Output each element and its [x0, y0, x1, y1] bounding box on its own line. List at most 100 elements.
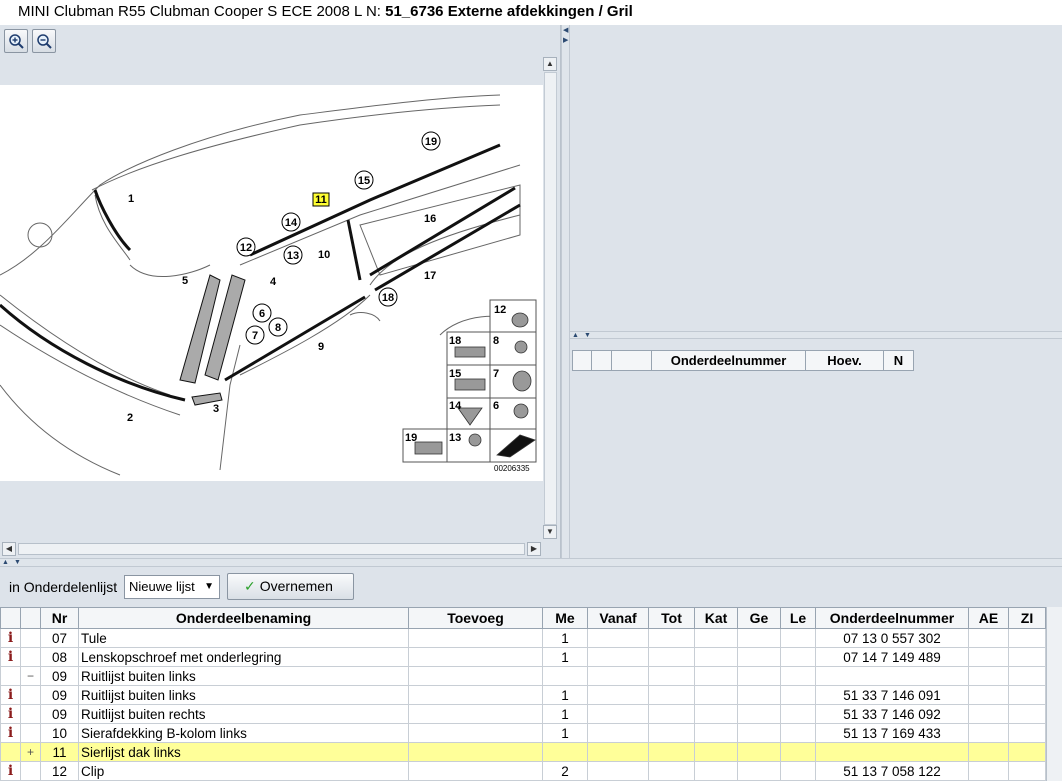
- scroll-right-icon[interactable]: ▶: [527, 542, 541, 556]
- parts-col-nr[interactable]: Nr: [40, 607, 79, 629]
- parts-col-cat[interactable]: Kat: [694, 607, 738, 629]
- scroll-down-icon[interactable]: ▼: [543, 525, 557, 539]
- expand-toggle-icon-cell[interactable]: [20, 761, 41, 781]
- info-icon[interactable]: i: [3, 630, 18, 647]
- expand-toggle-icon-cell[interactable]: [20, 628, 41, 648]
- selection-col-quantity[interactable]: Hoev.: [806, 350, 884, 371]
- info-icon-cell[interactable]: [0, 742, 21, 762]
- main-splitter-up-icon[interactable]: ▲: [2, 559, 9, 566]
- parts-col-part-number[interactable]: Onderdeelnummer: [815, 607, 969, 629]
- vertical-scroll-track[interactable]: [544, 72, 557, 525]
- info-icon[interactable]: i: [3, 725, 18, 742]
- row-nr-cell: 09: [40, 666, 79, 686]
- diagram-vertical-scrollbar[interactable]: ▲ ▼: [543, 57, 559, 541]
- expand-toggle-icon[interactable]: +: [23, 744, 38, 761]
- callout-13[interactable]: 13: [287, 250, 299, 262]
- expand-toggle-icon-cell[interactable]: [20, 704, 41, 724]
- info-icon[interactable]: i: [3, 706, 18, 723]
- parts-diagram[interactable]: 1 2 3 4 5 10 9 16 17 6 7 8 12 13 14 15 1…: [0, 85, 543, 481]
- selection-col-part-number[interactable]: Onderdeelnummer: [652, 350, 806, 371]
- callout-16[interactable]: 16: [424, 213, 436, 225]
- parts-col-le[interactable]: Le: [780, 607, 816, 629]
- table-row[interactable]: +11 Sierlijst dak links: [0, 742, 1046, 762]
- callout-3[interactable]: 3: [213, 403, 219, 415]
- callout-5[interactable]: 5: [182, 275, 188, 287]
- expand-toggle-icon-cell[interactable]: [20, 685, 41, 705]
- splitter-up-icon[interactable]: ▲: [572, 332, 579, 339]
- callout-1[interactable]: 1: [128, 193, 134, 205]
- selection-col-1[interactable]: [592, 350, 612, 371]
- main-splitter-down-icon[interactable]: ▼: [14, 559, 21, 566]
- parts-col-ge[interactable]: Ge: [737, 607, 781, 629]
- callout-4[interactable]: 4: [270, 276, 277, 288]
- horizontal-scroll-track[interactable]: [18, 543, 525, 555]
- parts-col-ae[interactable]: AE: [968, 607, 1009, 629]
- info-icon[interactable]: i: [3, 687, 18, 704]
- table-row[interactable]: i 12 Clip 2 51 13 7 058 122: [0, 761, 1046, 781]
- expand-toggle-icon[interactable]: −: [23, 668, 38, 685]
- scroll-up-icon[interactable]: ▲: [543, 57, 557, 71]
- info-icon-cell[interactable]: i: [0, 628, 21, 648]
- info-icon[interactable]: i: [3, 649, 18, 666]
- right-horizontal-splitter[interactable]: ▲ ▼: [570, 331, 1062, 339]
- zoom-out-button[interactable]: [32, 29, 56, 53]
- zoom-in-button[interactable]: [4, 29, 28, 53]
- info-icon-cell[interactable]: i: [0, 647, 21, 667]
- parts-table-scrollbar[interactable]: [1046, 607, 1062, 781]
- callout-19[interactable]: 19: [425, 136, 437, 148]
- callout-10[interactable]: 10: [318, 249, 330, 261]
- table-row[interactable]: i 08 Lenskopschroef met onderlegring 1 07 14…: [0, 647, 1046, 667]
- callout-2[interactable]: 2: [127, 412, 133, 424]
- selection-col-2[interactable]: [612, 350, 652, 371]
- callout-17[interactable]: 17: [424, 270, 436, 282]
- callout-8[interactable]: 8: [275, 322, 281, 334]
- accept-button[interactable]: ✓ Overnemen: [227, 573, 354, 600]
- parts-col-info[interactable]: [0, 607, 21, 629]
- parts-col-zi[interactable]: ZI: [1008, 607, 1046, 629]
- callout-18[interactable]: 18: [382, 292, 394, 304]
- splitter-collapse-right-icon[interactable]: ▶: [563, 37, 568, 45]
- table-row[interactable]: i 09 Ruitlijst buiten rechts 1 51 33 7 146 0…: [0, 704, 1046, 724]
- row-to-cell: [648, 704, 695, 724]
- parts-col-addition[interactable]: Toevoeg: [408, 607, 543, 629]
- callout-15[interactable]: 15: [358, 175, 370, 187]
- table-row[interactable]: i 07 Tule 1 07 13 0 557 302: [0, 628, 1046, 648]
- callout-6[interactable]: 6: [259, 308, 265, 320]
- parts-col-qty[interactable]: Me: [542, 607, 588, 629]
- callout-11-highlighted[interactable]: 11: [315, 194, 327, 206]
- info-icon[interactable]: i: [3, 763, 18, 780]
- list-select-value: Nieuwe lijst: [129, 579, 195, 594]
- splitter-down-icon[interactable]: ▼: [584, 332, 591, 339]
- parts-col-name[interactable]: Onderdeelbenaming: [78, 607, 409, 629]
- parts-col-toggle[interactable]: [20, 607, 41, 629]
- info-icon-cell[interactable]: i: [0, 723, 21, 743]
- parts-col-from[interactable]: Vanaf: [587, 607, 649, 629]
- callout-14[interactable]: 14: [285, 217, 298, 229]
- callout-9[interactable]: 9: [318, 341, 324, 353]
- row-qty-cell: [542, 742, 588, 762]
- callout-12[interactable]: 12: [240, 242, 252, 254]
- expand-toggle-icon-cell[interactable]: [20, 647, 41, 667]
- callout-7[interactable]: 7: [252, 330, 258, 342]
- info-icon-cell[interactable]: i: [0, 685, 21, 705]
- parts-col-to[interactable]: Tot: [648, 607, 695, 629]
- diagram-horizontal-scrollbar[interactable]: ◀ ▶: [0, 541, 543, 557]
- checkmark-icon: ✓: [244, 578, 256, 594]
- selection-col-n[interactable]: N: [884, 350, 914, 371]
- table-row[interactable]: i 10 Sierafdekking B-kolom links 1 51 13 7 1…: [0, 723, 1046, 743]
- vertical-splitter[interactable]: ◀ ▶: [561, 25, 570, 558]
- list-select[interactable]: Nieuwe lijst ▼: [124, 575, 220, 599]
- info-icon-cell[interactable]: [0, 666, 21, 686]
- table-row[interactable]: −09 Ruitlijst buiten links: [0, 666, 1046, 686]
- scroll-left-icon[interactable]: ◀: [2, 542, 16, 556]
- info-icon-cell[interactable]: i: [0, 704, 21, 724]
- info-icon-cell[interactable]: i: [0, 761, 21, 781]
- expand-toggle-icon-cell[interactable]: [20, 723, 41, 743]
- splitter-collapse-left-icon[interactable]: ◀: [563, 27, 568, 35]
- selection-col-0[interactable]: [572, 350, 592, 371]
- main-horizontal-splitter[interactable]: ▲ ▼: [0, 558, 1062, 567]
- expand-toggle-icon-cell[interactable]: −: [20, 666, 41, 686]
- table-row[interactable]: i 09 Ruitlijst buiten links 1 51 33 7 146 09…: [0, 685, 1046, 705]
- row-name-cell: Tule: [78, 628, 409, 648]
- expand-toggle-icon-cell[interactable]: +: [20, 742, 41, 762]
